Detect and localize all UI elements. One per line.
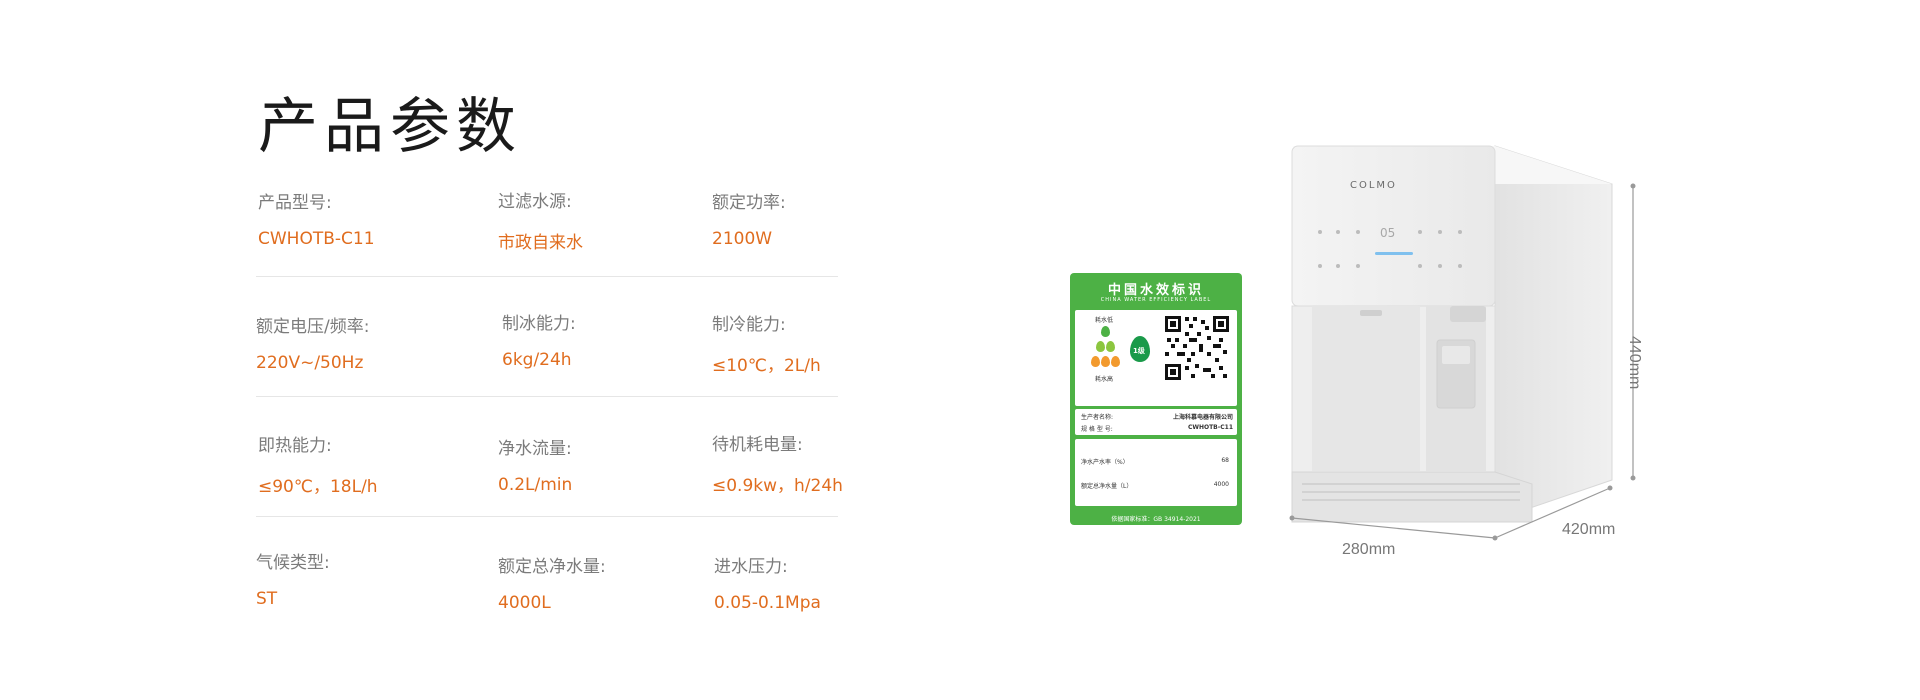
spec-inlet-pressure: 进水压力: 0.05-0.1Mpa [714, 552, 821, 613]
spec-value: ST [256, 589, 278, 609]
spec-model: 产品型号: CWHOTB-C11 [258, 188, 375, 249]
spec-cooling: 制冷能力: ≤10℃，2L/h [712, 310, 821, 376]
spec-power: 额定功率: 2100W [712, 188, 786, 249]
spec-label: 即热能力: [258, 436, 332, 456]
spec-label: 制冷能力: [712, 315, 786, 335]
dimension-depth: 420mm [1562, 521, 1616, 538]
spec-voltage: 额定电压/频率: 220V~/50Hz [256, 312, 369, 373]
spec-label: 待机耗电量: [712, 435, 803, 455]
spec-climate-type: 气候类型: ST [256, 548, 330, 609]
divider [256, 276, 838, 277]
brand-logo: COLMO [1350, 180, 1397, 191]
spec-label: 过滤水源: [498, 192, 572, 212]
spec-standby-power: 待机耗电量: ≤0.9kw，h/24h [712, 430, 843, 496]
spec-value: ≤10℃，2L/h [712, 356, 821, 376]
spec-label: 产品型号: [258, 193, 332, 213]
spec-label: 制冰能力: [502, 314, 576, 334]
spec-total-water: 额定总净水量: 4000L [498, 552, 606, 613]
spec-value: 0.05-0.1Mpa [714, 593, 821, 613]
display-reading: 05 [1380, 226, 1396, 240]
spec-grid: 产品型号: CWHOTB-C11 过滤水源: 市政自来水 额定功率: 2100W… [0, 0, 900, 700]
spec-value: 220V~/50Hz [256, 353, 364, 373]
spec-label: 进水压力: [714, 557, 788, 577]
divider [256, 516, 838, 517]
spec-label: 气候类型: [256, 553, 330, 573]
spec-label: 额定总净水量: [498, 557, 606, 577]
product-visual: 中国水效标识 CHINA WATER EFFICIENCY LABEL 耗水低 … [1040, 0, 1920, 700]
spec-value: 6kg/24h [502, 350, 572, 370]
spec-value: ≤0.9kw，h/24h [712, 476, 843, 496]
spec-value: 4000L [498, 593, 551, 613]
dimension-width: 280mm [1342, 541, 1396, 558]
spec-water-source: 过滤水源: 市政自来水 [498, 187, 583, 253]
spec-value: 0.2L/min [498, 475, 573, 495]
spec-label: 净水流量: [498, 439, 572, 459]
spec-flow-rate: 净水流量: 0.2L/min [498, 434, 572, 495]
spec-value: 2100W [712, 229, 773, 249]
spec-instant-heat: 即热能力: ≤90℃，18L/h [258, 431, 378, 497]
water-purifier-illustration [1289, 145, 1636, 541]
spec-label: 额定电压/频率: [256, 317, 370, 337]
spec-label: 额定功率: [712, 193, 786, 213]
divider [256, 396, 838, 397]
spec-value: CWHOTB-C11 [258, 229, 375, 249]
spec-ice-capacity: 制冰能力: 6kg/24h [502, 309, 576, 370]
spec-value: ≤90℃，18L/h [258, 477, 378, 497]
dimension-height: 440mm [1626, 336, 1643, 390]
spec-value: 市政自来水 [498, 233, 583, 253]
